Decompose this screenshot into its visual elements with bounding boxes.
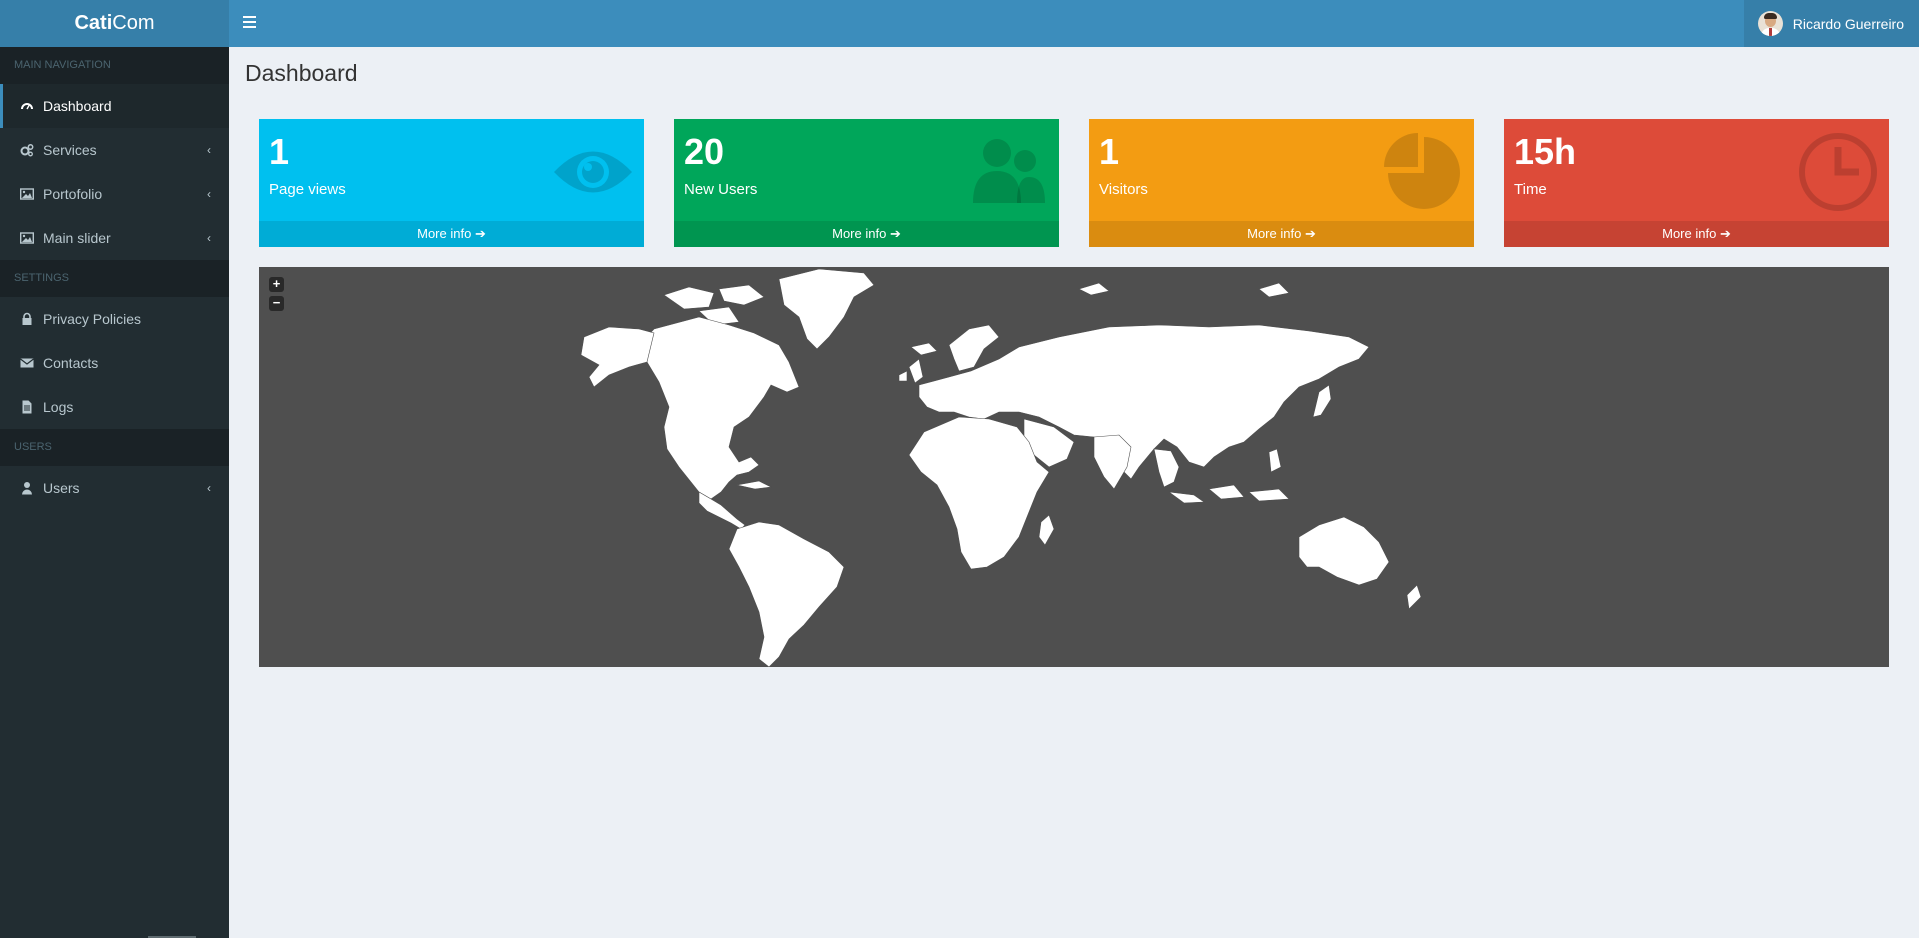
image-icon	[20, 188, 34, 200]
box-value: 1	[269, 131, 290, 172]
sidebar-section-settings: SETTINGS	[0, 260, 229, 297]
app-logo[interactable]: CatiCom	[0, 0, 229, 47]
envelope-icon	[20, 358, 34, 368]
more-info-link[interactable]: More info ➔	[259, 221, 644, 247]
zoom-out-button[interactable]: −	[269, 296, 284, 311]
box-label: New Users	[684, 181, 758, 198]
world-map[interactable]: + −	[259, 267, 1889, 667]
sidebar-item-dashboard[interactable]: Dashboard	[0, 84, 229, 128]
sidebar-item-label: Portofolio	[43, 186, 103, 202]
chevron-left-icon: ‹	[207, 231, 211, 245]
sidebar-item-privacy-policies[interactable]: Privacy Policies	[0, 297, 229, 341]
box-label: Visitors	[1099, 181, 1148, 198]
user-icon	[22, 482, 32, 495]
chevron-left-icon: ‹	[207, 481, 211, 495]
logo-bold: Cati	[74, 12, 113, 34]
dashboard-icon	[21, 103, 33, 110]
image-icon	[20, 232, 34, 244]
sidebar-item-label: Main slider	[43, 230, 111, 246]
more-info-label: More info	[417, 226, 472, 241]
sidebar-item-label: Services	[43, 142, 97, 158]
box-value: 1	[1099, 131, 1120, 172]
user-menu[interactable]: Ricardo Guerreiro	[1743, 0, 1919, 47]
arrow-circle-right-icon: ➔	[1304, 226, 1316, 241]
arrow-circle-right-icon: ➔	[474, 226, 486, 241]
box-value: 20	[684, 131, 725, 172]
sidebar-item-label: Users	[43, 480, 80, 496]
zoom-in-button[interactable]: +	[269, 277, 284, 292]
more-info-label: More info	[1247, 226, 1302, 241]
sidebar-item-label: Privacy Policies	[43, 311, 142, 327]
sidebar-item-users[interactable]: Users ‹	[0, 466, 229, 510]
sidebar-toggle-button[interactable]	[243, 14, 263, 34]
more-info-link[interactable]: More info ➔	[674, 221, 1059, 247]
sidebar-item-logs[interactable]: Logs	[0, 385, 229, 429]
sidebar-item-contacts[interactable]: Contacts	[0, 341, 229, 385]
more-info-link[interactable]: More info ➔	[1089, 221, 1474, 247]
more-info-label: More info	[832, 226, 887, 241]
page-title: Dashboard	[245, 60, 358, 86]
top-navbar: Ricardo Guerreiro	[229, 0, 1919, 47]
small-box-page-views: 1 Page views More info ➔	[259, 119, 644, 247]
more-info-link[interactable]: More info ➔	[1504, 221, 1889, 247]
sidebar-section-users: USERS	[0, 429, 229, 466]
sidebar-item-services[interactable]: Services ‹	[0, 128, 229, 172]
eye-icon	[554, 151, 632, 193]
small-box-new-users: 20 New Users More info ➔	[674, 119, 1059, 247]
world-map-land	[580, 268, 1422, 667]
pie-chart-icon	[1384, 133, 1460, 209]
chevron-left-icon: ‹	[207, 187, 211, 201]
file-icon	[22, 400, 32, 414]
box-label: Time	[1514, 181, 1547, 198]
sidebar-item-main-slider[interactable]: Main slider ‹	[0, 216, 229, 260]
box-label: Page views	[269, 181, 346, 198]
user-name: Ricardo Guerreiro	[1792, 15, 1904, 32]
arrow-circle-right-icon: ➔	[1719, 226, 1731, 241]
sidebar: MAIN NAVIGATION Dashboard Services ‹ Por…	[0, 47, 229, 938]
sidebar-section-main-navigation: MAIN NAVIGATION	[0, 47, 229, 84]
cogs-icon	[20, 144, 34, 157]
more-info-label: More info	[1662, 226, 1717, 241]
users-icon	[973, 139, 1045, 203]
sidebar-item-label: Dashboard	[43, 98, 112, 114]
sidebar-item-label: Contacts	[43, 355, 99, 371]
arrow-circle-right-icon: ➔	[889, 226, 901, 241]
avatar	[1757, 11, 1783, 36]
small-box-visitors: 1 Visitors More info ➔	[1089, 119, 1474, 247]
small-box-time: 15h Time More info ➔	[1504, 119, 1889, 247]
sidebar-item-portofolio[interactable]: Portofolio ‹	[0, 172, 229, 216]
logo-rest: Com	[112, 12, 155, 34]
lock-icon	[22, 312, 32, 325]
clock-icon	[1799, 133, 1877, 211]
sidebar-item-label: Logs	[43, 399, 74, 415]
chevron-left-icon: ‹	[207, 143, 211, 157]
box-value: 15h	[1514, 131, 1577, 172]
